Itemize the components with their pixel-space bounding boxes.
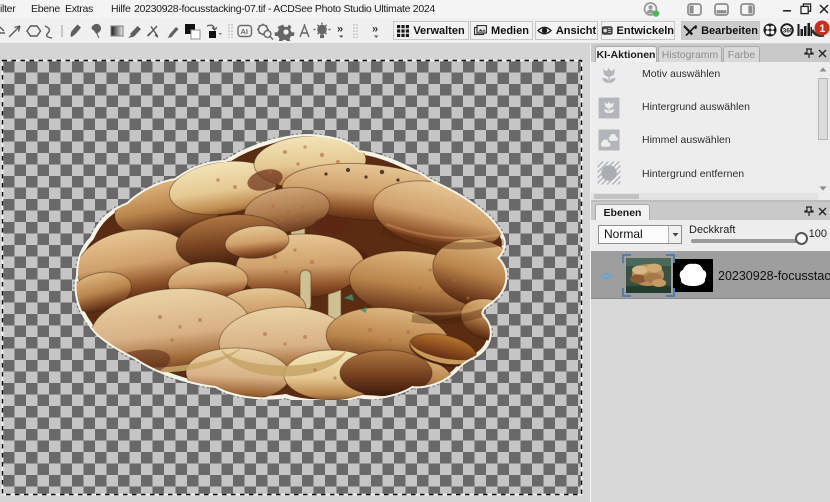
svg-text:1: 1 bbox=[819, 23, 825, 35]
svg-text:»: » bbox=[337, 24, 343, 36]
svg-text:»: » bbox=[372, 24, 378, 36]
svg-text:365: 365 bbox=[783, 28, 794, 35]
svg-text:AI: AI bbox=[241, 27, 249, 36]
